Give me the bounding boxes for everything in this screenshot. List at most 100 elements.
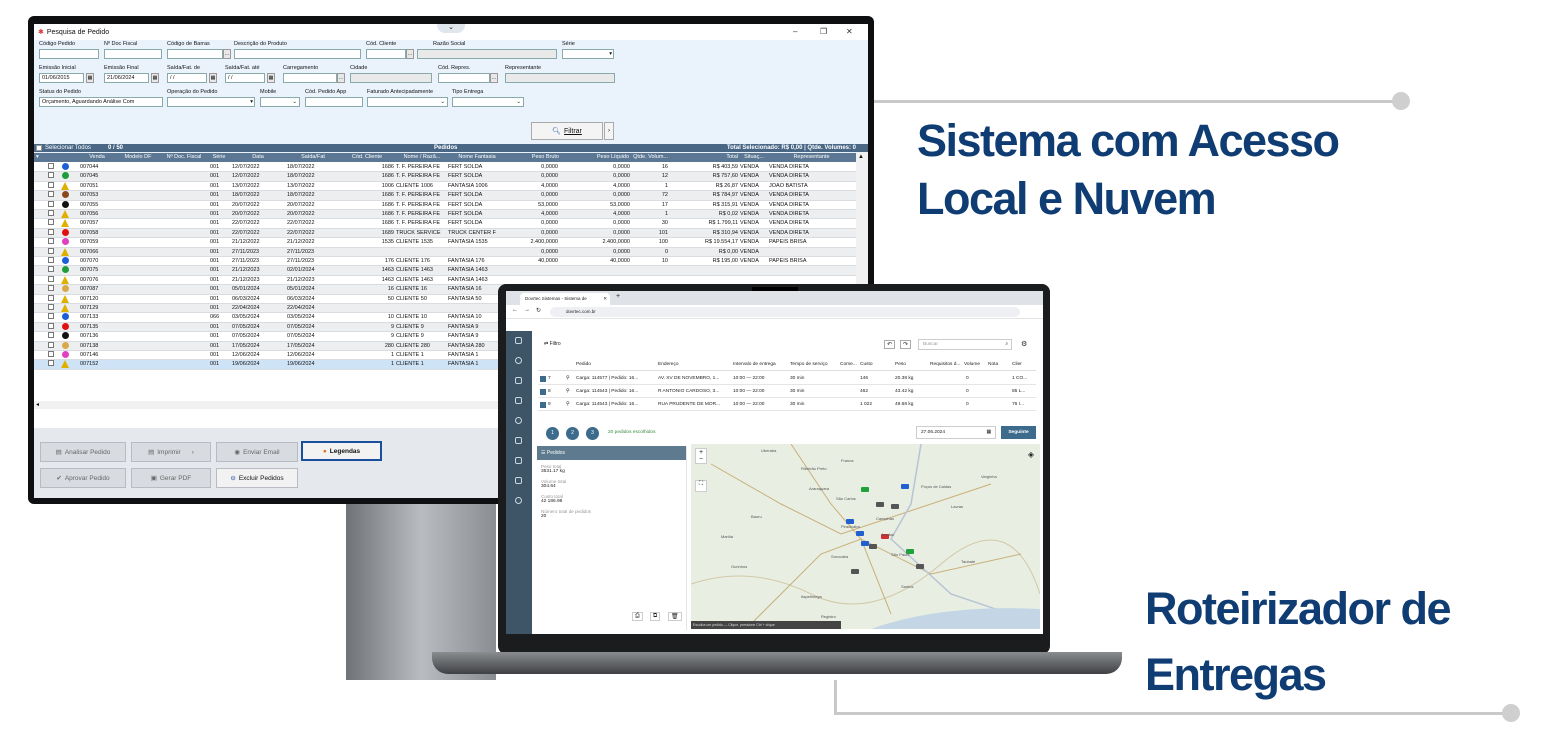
print-icon[interactable]: ⎙ [632, 612, 643, 621]
row-checkbox[interactable] [48, 172, 54, 179]
route-map[interactable]: Uberaba Ribeirão Preto Franca Araraquara São… [691, 444, 1040, 629]
table-row[interactable]: 007053 001 18/07/2022 18/07/2022 1686 T. F. P… [34, 191, 856, 201]
col-header[interactable]: Clier [1012, 359, 1022, 371]
calendar-icon[interactable]: ▦ [209, 73, 217, 83]
cidade-input[interactable] [350, 73, 432, 83]
table-row[interactable]: 007057 001 22/07/2022 22/07/2022 1686 T. F. P… [34, 219, 856, 229]
table-row[interactable]: 007070 001 27/11/2023 27/11/2023 176 CLIENTE … [34, 257, 856, 267]
vehicle-marker-icon[interactable] [876, 502, 884, 507]
table-row[interactable]: ⚲ 9 Carga: 114543 | Pedido: 16... RUA PRUDE… [538, 398, 1036, 411]
col-header[interactable]: Requisitos d... [930, 359, 960, 371]
menu-icon[interactable] [515, 337, 522, 344]
row-checkbox[interactable] [48, 360, 54, 367]
column-header[interactable]: Situaç... [740, 153, 768, 162]
col-header[interactable]: Volume [964, 359, 980, 371]
vehicle-marker-icon[interactable] [856, 531, 864, 536]
row-checkbox[interactable] [48, 200, 54, 207]
scroll-left-icon[interactable]: ◂ [36, 401, 39, 408]
layers-icon[interactable]: ◈ [1028, 450, 1034, 459]
serie-select[interactable]: ▾ [562, 49, 614, 59]
settings-icon[interactable]: ⚙ [1021, 340, 1027, 348]
column-header[interactable]: Total [670, 153, 738, 162]
column-header[interactable]: Representante [769, 153, 854, 162]
row-checkbox[interactable] [48, 266, 54, 273]
page-1[interactable]: 1 [546, 427, 559, 440]
mobile-select[interactable]: ⌄ [260, 97, 300, 107]
page-3[interactable]: 3 [586, 427, 599, 440]
descricao-produto-input[interactable] [234, 49, 361, 59]
row-checkbox[interactable] [48, 219, 54, 226]
zoom-in-icon[interactable]: + [696, 449, 706, 456]
col-header[interactable]: Nota [988, 359, 998, 371]
zoom-out-icon[interactable]: − [696, 456, 706, 463]
cod-repres-input[interactable] [438, 73, 490, 83]
row-checkbox[interactable] [48, 304, 54, 310]
column-header[interactable]: Peso Líquido [561, 153, 629, 162]
orders-icon[interactable] [515, 377, 522, 384]
row-checkbox[interactable] [48, 181, 54, 188]
row-checkbox[interactable] [48, 191, 54, 198]
vehicle-marker-icon[interactable] [901, 484, 909, 489]
column-header[interactable]: Data [230, 153, 286, 162]
col-header[interactable]: Custo [860, 359, 873, 371]
saida-de-input[interactable]: / / [167, 73, 207, 83]
row-checkbox[interactable] [48, 322, 54, 329]
col-header[interactable]: Intervalo de entrega [733, 359, 776, 371]
row-checkbox[interactable] [48, 313, 54, 320]
tab-close-icon[interactable]: ✕ [603, 293, 607, 305]
expand-arrow-icon[interactable]: › [604, 122, 614, 140]
table-row[interactable]: ⚲ 7 Carga: 114577 | Pedido: 16... AV. XV DE… [538, 372, 1036, 385]
row-checkbox[interactable] [48, 275, 54, 282]
row-checkbox[interactable] [48, 341, 54, 348]
copy-icon[interactable]: ⧉ [650, 612, 661, 621]
notifications-icon[interactable] [515, 497, 522, 504]
reports-icon[interactable] [515, 457, 522, 464]
cod-repres-lookup[interactable]: … [490, 73, 498, 83]
table-row[interactable]: 007045 001 12/07/2022 18/07/2022 1686 T. F. P… [34, 172, 856, 182]
vehicle-marker-icon[interactable] [861, 541, 869, 546]
select-all-checkbox[interactable] [36, 145, 42, 151]
analisar-pedido-button[interactable]: ▤ Analisar Pedido [40, 442, 126, 462]
url-field[interactable]: dovrtec.com.br [550, 307, 1020, 317]
column-header[interactable]: Peso Bruto [507, 153, 559, 162]
table-row[interactable]: ⚲ 8 Carga: 114543 | Pedido: 16... R ANTONIO… [538, 385, 1036, 398]
table-row[interactable]: 007058 001 22/07/2022 22/07/2022 1689 TRUCK S… [34, 228, 856, 239]
vehicle-marker-icon[interactable] [869, 544, 877, 549]
legendas-button[interactable]: ● Legendas [301, 441, 382, 461]
filter-toggle[interactable]: ⇄ Filtro [544, 341, 561, 347]
emissao-final-input[interactable]: 21/06/2024 [104, 73, 149, 83]
calendar-icon[interactable]: ▦ [151, 73, 159, 83]
forward-icon[interactable]: → [524, 307, 530, 313]
tipo-entrega-select[interactable]: ⌄ [452, 97, 524, 107]
row-checkbox[interactable] [48, 332, 54, 339]
row-checkbox[interactable] [48, 351, 54, 357]
razao-social-input[interactable] [417, 49, 557, 59]
vehicle-marker-icon[interactable] [891, 504, 899, 509]
collapse-chevron-icon[interactable]: ⌄ [437, 24, 465, 33]
fullscreen-icon[interactable]: ⛶ [695, 480, 707, 492]
table-row[interactable]: 007075 001 21/12/2023 02/01/2024 1463 CLIENTE… [34, 266, 856, 276]
minimize-icon[interactable]: – [793, 27, 797, 36]
carregamento-input[interactable] [283, 73, 337, 83]
table-row[interactable]: 007055 001 20/07/2022 20/07/2022 1686 T. F. P… [34, 200, 856, 210]
saida-ate-input[interactable]: / / [225, 73, 265, 83]
codigo-barras-lookup[interactable]: … [223, 49, 231, 59]
codigo-pedido-input[interactable] [39, 49, 99, 59]
browser-tab[interactable]: Dovrtec Sistemas - Sistema de ✕ [520, 293, 610, 305]
column-header[interactable]: Modelo DF [117, 153, 159, 162]
back-icon[interactable]: ← [512, 307, 518, 313]
cod-pedido-app-input[interactable] [305, 97, 363, 107]
row-checkbox[interactable] [48, 247, 54, 254]
cod-cliente-lookup[interactable]: … [406, 49, 414, 59]
column-header[interactable]: Cód. Cliente [340, 153, 394, 162]
row-checkbox[interactable] [48, 257, 54, 263]
row-checkbox[interactable] [48, 163, 54, 169]
table-row[interactable]: 007051 001 13/07/2022 13/07/2022 1006 CLIENTE… [34, 181, 856, 192]
restore-icon[interactable]: ❐ [820, 27, 827, 36]
next-button[interactable]: Seguinte [1001, 426, 1036, 439]
codigo-barras-input[interactable] [167, 49, 223, 59]
filtrar-button[interactable]: 🔍︎ Filtrar [531, 122, 603, 140]
row-checkbox[interactable] [540, 389, 546, 395]
gerar-pdf-button[interactable]: ▣ Gerar PDF [131, 468, 211, 488]
row-checkbox[interactable] [48, 228, 54, 235]
